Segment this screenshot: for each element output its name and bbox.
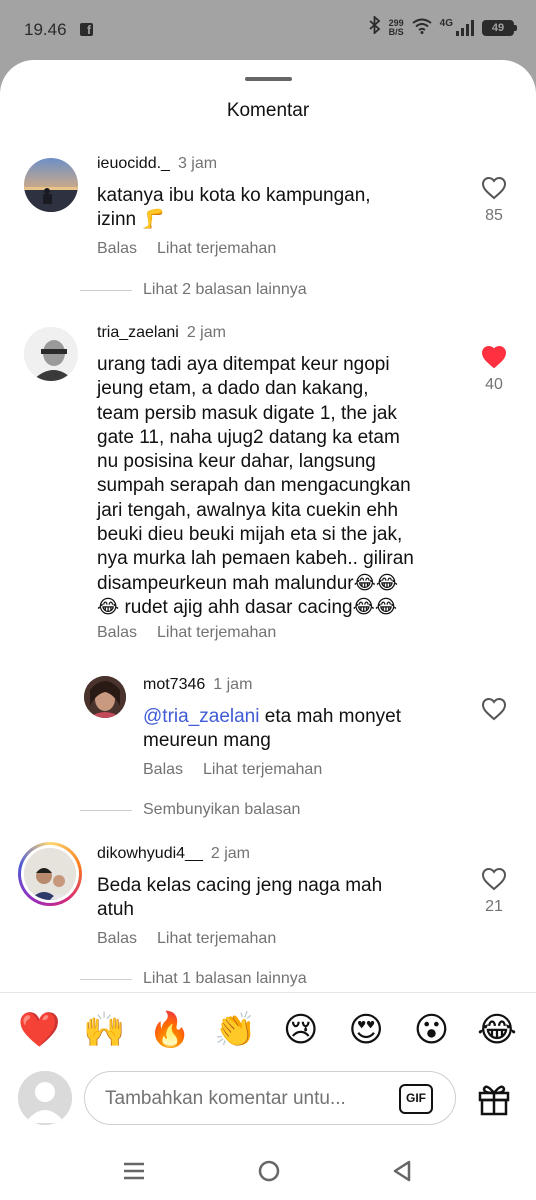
back-icon[interactable] bbox=[390, 1159, 414, 1188]
comment-time: 3 jam bbox=[177, 155, 218, 172]
translate-button[interactable]: Lihat terjemahan bbox=[157, 240, 276, 257]
bluetooth-icon bbox=[369, 14, 381, 39]
facebook-notification-icon: f bbox=[80, 23, 93, 37]
user-avatar bbox=[18, 1071, 72, 1125]
reaction-clapping[interactable]: 👏 bbox=[214, 1009, 256, 1051]
android-nav-bar bbox=[0, 1151, 536, 1200]
username[interactable]: mot7346 bbox=[143, 676, 205, 693]
drag-handle[interactable] bbox=[245, 77, 292, 81]
comment-actions: Balas Lihat terjemahan bbox=[97, 930, 296, 948]
like-button[interactable]: 21 bbox=[477, 867, 511, 916]
comment-time: 1 jam bbox=[213, 676, 253, 693]
hide-replies-button[interactable]: Sembunyikan balasan bbox=[80, 801, 300, 819]
thread-line bbox=[80, 289, 132, 291]
signal-icon bbox=[456, 19, 474, 36]
like-count: 21 bbox=[485, 898, 503, 915]
heart-icon bbox=[481, 867, 507, 895]
network-speed: 299 B/S bbox=[388, 18, 404, 37]
home-icon[interactable] bbox=[257, 1159, 281, 1188]
like-count: 40 bbox=[485, 376, 503, 393]
username[interactable]: ieuocidd._ bbox=[97, 155, 170, 172]
reaction-heart[interactable]: ❤️ bbox=[18, 1009, 60, 1051]
comment-actions: Balas Lihat terjemahan bbox=[97, 624, 296, 642]
view-replies-button[interactable]: Lihat 2 balasan lainnya bbox=[80, 281, 307, 299]
translate-button[interactable]: Lihat terjemahan bbox=[203, 761, 322, 778]
translate-button[interactable]: Lihat terjemahan bbox=[157, 930, 276, 947]
thread-label: Lihat 1 balasan lainnya bbox=[143, 970, 307, 987]
reaction-heart-eyes[interactable]: 😍 bbox=[345, 1009, 387, 1051]
comment-actions: Balas Lihat terjemahan bbox=[143, 761, 342, 779]
view-replies-button[interactable]: Lihat 1 balasan lainnya bbox=[80, 970, 307, 988]
comment-text: Beda kelas cacing jeng naga mah atuh bbox=[97, 875, 383, 921]
like-button[interactable]: 85 bbox=[477, 176, 511, 225]
comment-composer-area: ❤️ 🙌 🔥 👏 😢 😍 😮 😂 Tambahkan komentar untu… bbox=[0, 992, 536, 1200]
username[interactable]: tria_zaelani bbox=[97, 324, 179, 341]
thread-line bbox=[80, 809, 132, 811]
heart-filled-icon bbox=[481, 345, 507, 373]
heart-icon bbox=[481, 176, 507, 204]
comment-time: 2 jam bbox=[210, 845, 250, 862]
reaction-fire[interactable]: 🔥 bbox=[149, 1009, 191, 1051]
avatar[interactable] bbox=[18, 842, 82, 906]
reaction-laughing[interactable]: 😂 bbox=[476, 1009, 518, 1051]
gift-icon[interactable] bbox=[476, 1081, 512, 1117]
reaction-raised-hands[interactable]: 🙌 bbox=[83, 1009, 125, 1051]
gif-button[interactable]: GIF bbox=[399, 1084, 433, 1114]
reply-button[interactable]: Balas bbox=[143, 761, 183, 778]
reaction-surprised[interactable]: 😮 bbox=[411, 1009, 453, 1051]
heart-icon bbox=[481, 697, 507, 725]
thread-label: Lihat 2 balasan lainnya bbox=[143, 281, 307, 298]
sheet-title: Komentar bbox=[226, 100, 310, 121]
avatar[interactable] bbox=[24, 327, 78, 381]
wifi-icon bbox=[412, 18, 432, 38]
like-count: 85 bbox=[485, 207, 503, 224]
reply-button[interactable]: Balas bbox=[97, 930, 137, 947]
network-type: 4G bbox=[439, 18, 453, 29]
status-time: 19.46 bbox=[24, 20, 67, 39]
comment-header: ieuocidd._ 3 jam bbox=[97, 155, 217, 173]
like-button[interactable]: 40 bbox=[477, 345, 511, 394]
comment-text: katanya ibu kota ko kampungan, izinn 🦵 bbox=[97, 185, 371, 231]
status-icons: 299 B/S 4G 49 bbox=[369, 14, 517, 39]
reply-button[interactable]: Balas bbox=[97, 624, 137, 641]
battery-icon: 49 bbox=[482, 19, 517, 36]
username[interactable]: dikowhyudi4__ bbox=[97, 845, 203, 862]
comment-header: dikowhyudi4__ 2 jam bbox=[97, 845, 250, 863]
comment-text: @tria_zaelani eta mah monyet meureun man… bbox=[143, 705, 463, 754]
comment-input[interactable]: Tambahkan komentar untu... GIF bbox=[84, 1071, 456, 1125]
comment-actions: Balas Lihat terjemahan bbox=[97, 240, 296, 258]
reply-button[interactable]: Balas bbox=[97, 240, 137, 257]
speed-unit: B/S bbox=[388, 26, 404, 37]
comment-time: 2 jam bbox=[186, 324, 226, 341]
like-button[interactable] bbox=[477, 697, 511, 726]
translate-button[interactable]: Lihat terjemahan bbox=[157, 624, 276, 641]
mention-link[interactable]: @tria_zaelani bbox=[143, 706, 259, 727]
thread-label: Sembunyikan balasan bbox=[143, 801, 301, 818]
thread-line bbox=[80, 978, 132, 980]
menu-icon[interactable] bbox=[122, 1159, 146, 1188]
status-bar: 19.46 f 299 B/S 4G 49 bbox=[0, 0, 536, 60]
comment-text: urang tadi aya ditempat keur ngopi jeung… bbox=[97, 354, 414, 618]
comment-input-placeholder: Tambahkan komentar untu... bbox=[105, 1088, 346, 1109]
quick-reactions-bar: ❤️ 🙌 🔥 👏 😢 😍 😮 😂 bbox=[18, 1009, 518, 1051]
comment-header: tria_zaelani 2 jam bbox=[97, 324, 226, 342]
reaction-crying[interactable]: 😢 bbox=[280, 1009, 322, 1051]
comment-header: mot7346 1 jam bbox=[143, 676, 252, 694]
avatar[interactable] bbox=[84, 676, 126, 718]
avatar[interactable] bbox=[24, 158, 78, 212]
